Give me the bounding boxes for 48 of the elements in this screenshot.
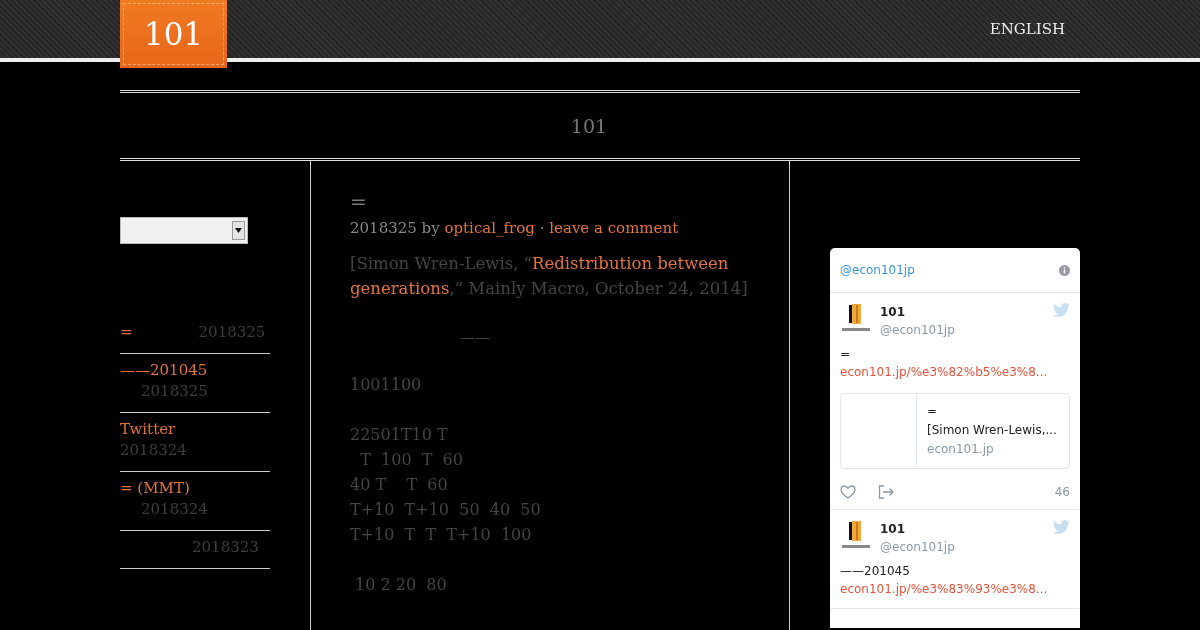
bird-icon: [1053, 520, 1070, 534]
account-name: 101: [880, 304, 906, 321]
text-line: T 100 T 60: [359, 449, 463, 471]
citation: [Simon Wren-Lewis, “Redistribution between generations,” Mainly Macro, October 24, 2014]: [350, 253, 749, 300]
post-link[interactable]: = (MMT): [120, 479, 190, 497]
tweet-link[interactable]: econ101.jp/%e3%83%93%e3%8...: [840, 580, 1048, 598]
card-title: =: [927, 403, 939, 420]
post-date: 2018325: [141, 382, 208, 400]
separator-dot: ·: [539, 219, 545, 237]
card-domain: econ101.jp: [927, 441, 995, 458]
author-link[interactable]: optical_frog: [444, 219, 535, 237]
account-name: 101: [880, 521, 906, 538]
post-title: =: [350, 189, 368, 215]
account-handle: @econ101jp: [880, 539, 955, 556]
post-date: 2018325: [198, 323, 266, 341]
site-title: 101: [570, 114, 608, 137]
nav-link[interactable]: ENGLISH: [989, 20, 1065, 38]
tweet-link[interactable]: econ101.jp/%e3%82%b5%e3%8...: [840, 363, 1048, 381]
text-line: 40 T T 60: [350, 474, 448, 496]
comment-link[interactable]: leave a comment: [549, 219, 679, 237]
heart-icon[interactable]: [840, 485, 856, 499]
text-line: T+10 T T T+10 100: [350, 524, 532, 546]
post-link[interactable]: =: [120, 323, 133, 341]
archive-dropdown[interactable]: [120, 217, 248, 244]
share-icon[interactable]: [878, 485, 894, 499]
tweet-text: =: [840, 346, 851, 363]
text-line: 1001100: [350, 374, 422, 396]
post-date: 2018325: [350, 219, 417, 237]
text-line: T+10 T+10 50 40 50: [350, 499, 541, 521]
account-handle: @econ101jp: [880, 322, 955, 339]
post-date: 2018323: [192, 538, 259, 556]
post-link[interactable]: ——201045: [120, 361, 208, 379]
caret-icon: [235, 228, 242, 233]
tweet-text: ——201045: [840, 563, 910, 580]
like-count: 46: [1054, 485, 1070, 499]
byline: by: [421, 219, 440, 237]
post-date: 2018324: [120, 441, 187, 459]
citation-link[interactable]: Redistribution between: [532, 254, 729, 273]
text-line: 22501T10 T: [350, 424, 448, 446]
divider: ——: [460, 327, 490, 347]
post-date: 2018324: [141, 500, 208, 518]
info-icon[interactable]: [1059, 264, 1070, 276]
link-card[interactable]: = [Simon Wren-Lewis,... econ101.jp: [840, 393, 1070, 469]
bird-icon: [1053, 303, 1070, 317]
text-line: 10 2 20 80: [354, 574, 447, 596]
card-description: [Simon Wren-Lewis,...: [927, 422, 1057, 439]
citation-link[interactable]: generations: [350, 279, 450, 298]
post-link[interactable]: Twitter: [120, 420, 176, 438]
